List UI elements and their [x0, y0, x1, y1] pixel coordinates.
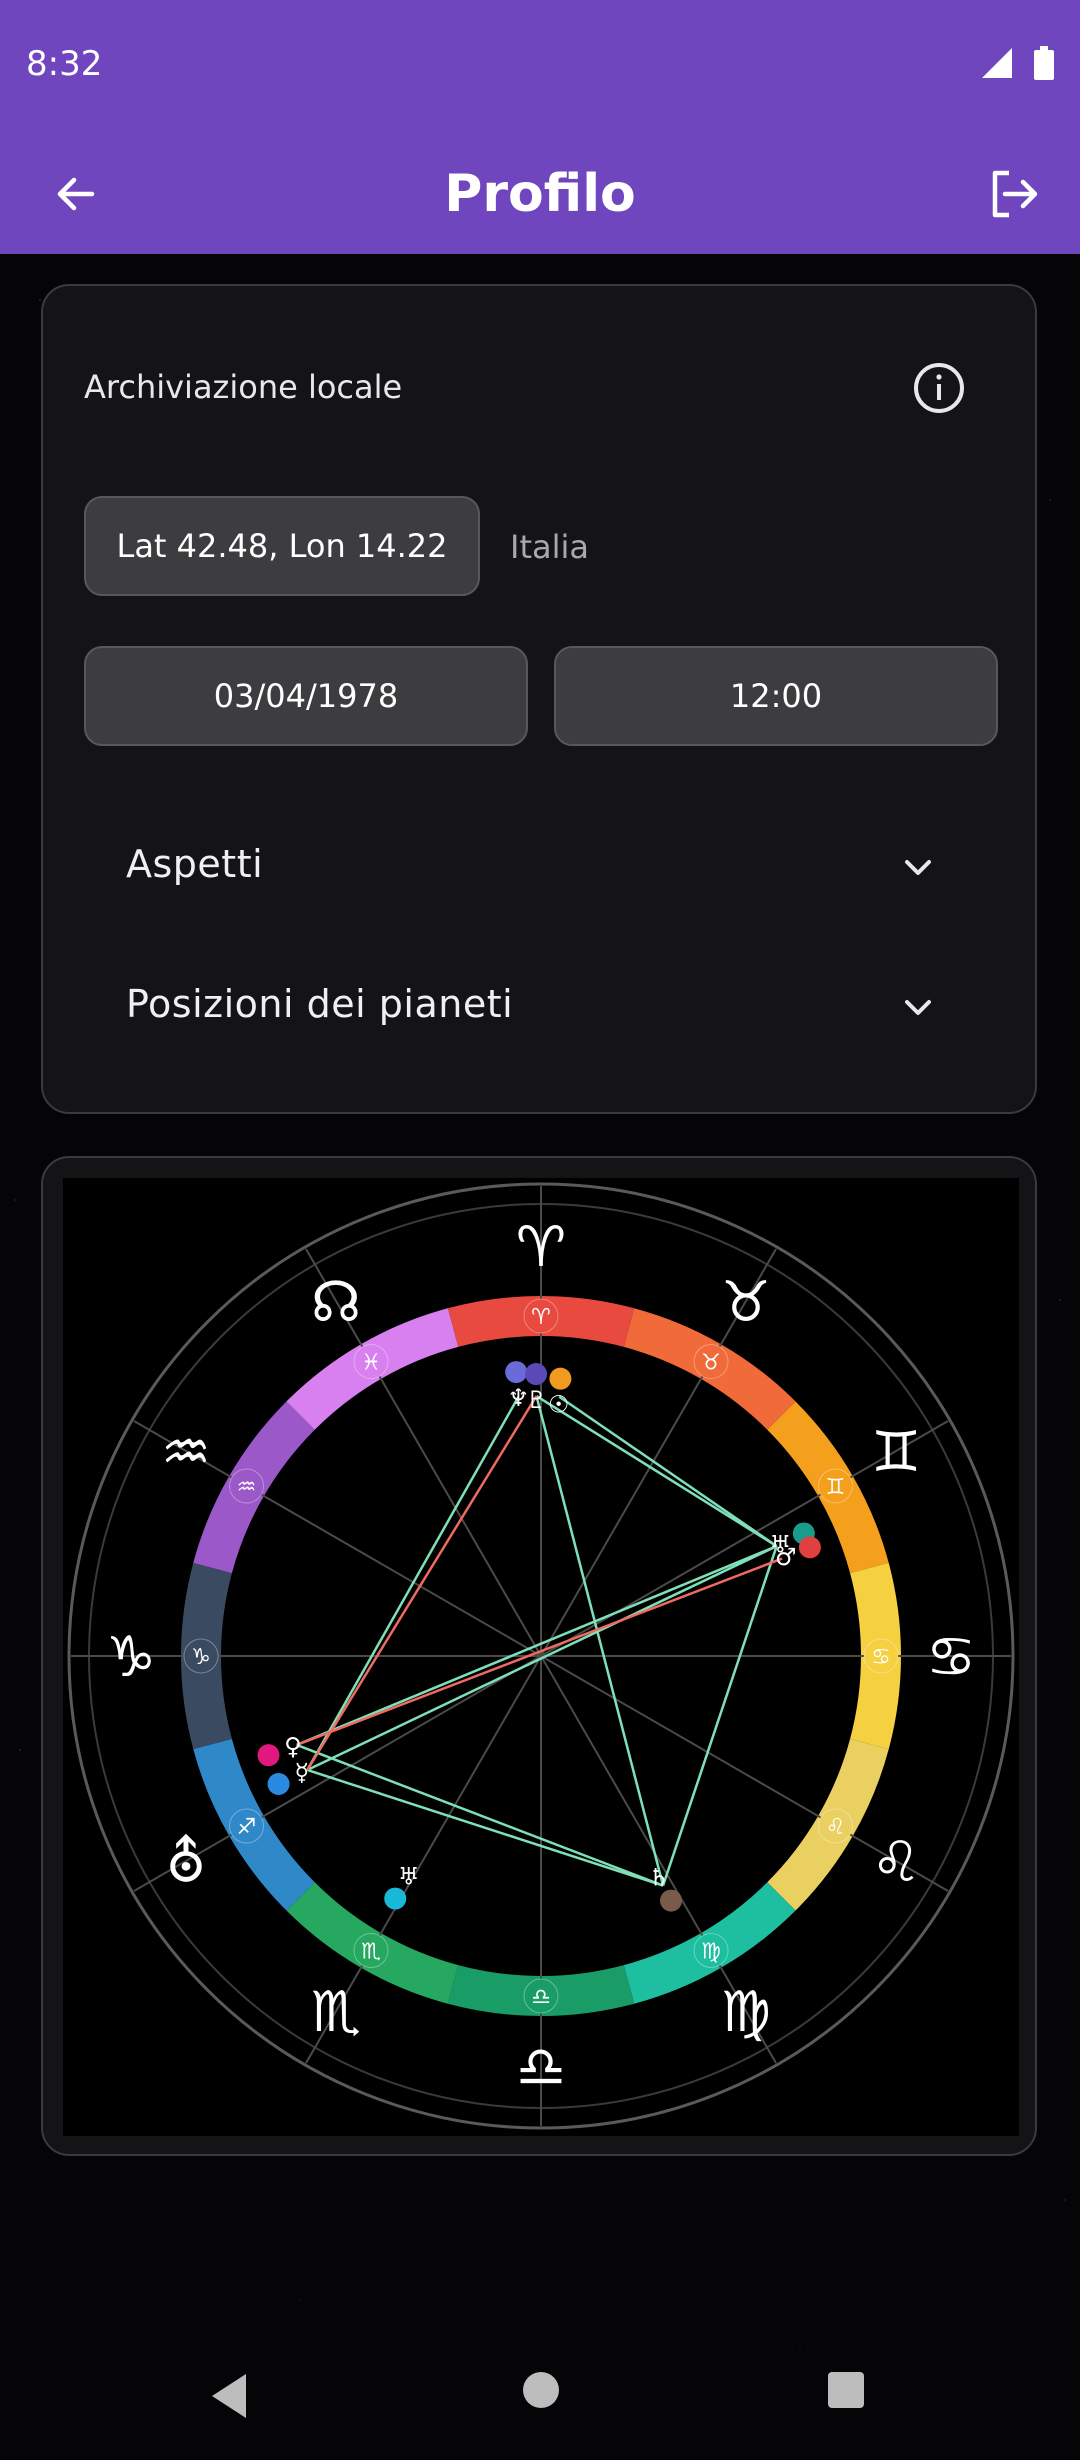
planet-dot-sun	[549, 1367, 572, 1390]
planet-dot-saturn	[660, 1889, 683, 1912]
aspects-expander[interactable]: Aspetti	[84, 810, 998, 920]
aspect-line-uranus-venus	[296, 1544, 778, 1747]
info-icon	[914, 363, 964, 413]
planet-glyph-mercury: ☿	[295, 1759, 310, 1787]
outer-sign-glyph: ♉	[721, 1270, 771, 1335]
sign-badge-glyph-taurus: ♉	[701, 1351, 721, 1376]
aspect-line-neptune-mercury	[306, 1396, 520, 1771]
sign-badge-glyph-sagittarius: ♐	[237, 1815, 257, 1840]
nav-recents-icon[interactable]	[826, 2370, 866, 2410]
sign-badge-glyph-aries: ♈	[531, 1305, 551, 1330]
aspect-line-pluto-saturn	[535, 1395, 665, 1886]
outer-sign-glyph: ♑	[106, 1625, 156, 1690]
birth-date-field[interactable]: 03/04/1978	[84, 646, 528, 746]
planet-dot-mars	[798, 1536, 821, 1559]
status-bar: 8:32	[0, 0, 1080, 134]
info-button[interactable]	[911, 360, 967, 416]
planet-glyph-pluto: ♇	[526, 1386, 548, 1414]
planet-positions-label: Posizioni dei pianeti	[126, 982, 514, 1026]
page-title: Profilo	[444, 164, 636, 224]
planet-glyph-saturn: ♄	[648, 1864, 670, 1892]
nav-home-icon[interactable]	[521, 2370, 561, 2410]
birth-time-field[interactable]: 12:00	[554, 646, 998, 746]
outer-sign-glyph: ☊	[311, 1270, 361, 1335]
sign-badge-glyph-cancer: ♋	[871, 1645, 891, 1670]
sign-badge-glyph-libra: ♎	[531, 1985, 551, 2010]
nav-back-icon[interactable]	[206, 2370, 250, 2422]
coordinates-field[interactable]: Lat 42.48, Lon 14.22	[84, 496, 480, 596]
outer-sign-glyph: ⛢	[165, 1830, 206, 1895]
outer-sign-glyph: ♒	[161, 1420, 211, 1485]
planet-dot-uranus-2	[384, 1887, 407, 1910]
outer-sign-glyph: ♈	[516, 1215, 566, 1280]
chevron-down-icon	[905, 860, 931, 875]
planet-glyph-uranus-2: ♅	[398, 1862, 420, 1890]
sign-badge-glyph-leo: ♌	[826, 1815, 846, 1840]
arrow-left-icon	[57, 177, 95, 211]
natal-chart-wheel: ♈♉♊♋♌♍♎♏♐♑♒♓ ♈♉♊♋♌♍♎♏⛢♑♒☊ ♆♇ ☉♅♂♄♅☿♀	[67, 1182, 1015, 2130]
sign-badge-glyph-capricorn: ♑	[191, 1645, 211, 1670]
app-bar: Profilo	[0, 134, 1080, 254]
storage-label: Archiviazione locale	[84, 368, 403, 406]
chevron-down-icon	[905, 1000, 931, 1015]
aspect-line-mercury-saturn	[306, 1768, 664, 1887]
aspect-line-venus-saturn	[296, 1743, 664, 1887]
signal-icon	[982, 48, 1012, 78]
aspects-label: Aspetti	[126, 842, 264, 886]
planet-dot-mercury	[267, 1773, 290, 1796]
aspect-line-mars-venus	[296, 1557, 783, 1747]
planet-dot-pluto	[525, 1363, 548, 1386]
planet-dot-venus	[257, 1744, 280, 1767]
natal-chart-card: ♈ ♉ ♊ ♋ ♌ ♍ ♎ ♏ ♐ ♑ ♒ ♓ ♈ ♉ ♊ ♋ ♌ ♍ ♎ ♏ ⛢ ♑ ♒ ☊ ♆ ♇ ☉ ♅ ♂ ♄ ♅ ☿ ♀	[41, 1156, 1037, 2156]
sign-badge-glyph-gemini: ♊	[826, 1475, 846, 1500]
aspect-line-pluto-mercury	[306, 1395, 538, 1771]
battery-icon	[1034, 46, 1054, 80]
planet-positions-expander[interactable]: Posizioni dei pianeti	[84, 950, 998, 1060]
outer-sign-glyph: ♍	[721, 1980, 771, 2045]
planet-dot-neptune	[505, 1361, 528, 1384]
planet-glyph-sun: ☉	[548, 1391, 570, 1419]
outer-sign-glyph: ♊	[871, 1420, 921, 1485]
sign-badge-glyph-pisces: ♓	[361, 1351, 381, 1376]
country-label: Italia	[510, 528, 589, 566]
logout-button[interactable]	[978, 158, 1050, 230]
planet-glyph-venus: ♀	[284, 1732, 302, 1760]
aspect-line-pluto-uranus	[535, 1394, 778, 1548]
aspect-line-sun-uranus	[558, 1395, 778, 1548]
logout-icon	[992, 170, 1038, 218]
outer-sign-glyph: ♎	[516, 2035, 566, 2100]
planet-glyph-mars: ♂	[775, 1543, 797, 1571]
sign-badge-glyph-scorpio: ♏	[361, 1939, 381, 1964]
outer-sign-glyph: ♏	[311, 1980, 361, 2045]
system-navigation-bar	[0, 2340, 1080, 2460]
sign-badge-glyph-virgo: ♍	[701, 1939, 721, 1964]
status-time: 8:32	[26, 44, 103, 84]
outer-sign-glyph: ♋	[926, 1625, 976, 1690]
profile-card: Archiviazione locale Lat 42.48, Lon 14.2…	[41, 284, 1037, 1114]
natal-chart[interactable]: ♈ ♉ ♊ ♋ ♌ ♍ ♎ ♏ ♐ ♑ ♒ ♓ ♈ ♉ ♊ ♋ ♌ ♍ ♎ ♏ ⛢ ♑ ♒ ☊ ♆ ♇ ☉ ♅ ♂ ♄ ♅ ☿ ♀	[63, 1178, 1019, 2136]
back-button[interactable]	[40, 158, 112, 230]
sign-badge-glyph-aquarius: ♒	[237, 1475, 257, 1500]
outer-sign-glyph: ♌	[871, 1830, 921, 1895]
status-icons	[980, 46, 1054, 80]
